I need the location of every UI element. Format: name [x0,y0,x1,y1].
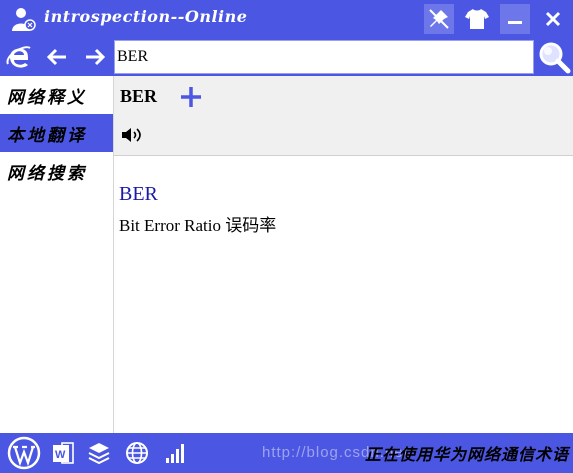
close-button[interactable] [538,4,568,34]
sidebar-item-label: 本地翻译 [7,125,87,146]
word-doc-icon: W [53,442,74,464]
shirt-icon [465,9,489,29]
signal-icon [166,444,184,463]
sidebar: 网络释义 本地翻译 网络搜索 [0,76,114,433]
ie-icon [6,46,31,68]
layers-icon [88,443,110,465]
entry-definition: Bit Error Ratio 误码率 [119,216,277,235]
search-icon [539,42,570,74]
sidebar-item-web-search[interactable]: 网络搜索 [0,152,113,190]
user-icon [12,8,36,31]
signal-button[interactable] [160,438,190,468]
globe-button[interactable] [122,438,152,468]
layers-button[interactable] [84,438,114,468]
word-header: BER [114,76,573,156]
back-arrow-icon [46,48,66,66]
sidebar-item-label: 网络释义 [7,87,87,108]
pin-button[interactable] [424,4,454,34]
globe-icon [126,442,148,464]
translation-content: BER Bit Error Ratio 误码率 [114,156,573,433]
svg-text:W: W [55,449,66,461]
status-bar: W http://blog.csdn.net/ 正在使用华为网络通信术语 [0,433,573,473]
pin-off-icon [429,9,449,29]
minimize-icon [508,21,522,24]
sidebar-item-local-translation[interactable]: 本地翻译 [0,114,113,152]
speaker-icon[interactable] [120,126,144,144]
wordpress-button[interactable] [6,436,42,470]
entry-word: BER [119,183,158,205]
sidebar-item-label: 网络搜索 [7,163,87,184]
back-button[interactable] [42,42,72,72]
status-text: 正在使用华为网络通信术语 [364,445,569,464]
minimize-button[interactable] [500,4,530,34]
add-to-wordbook-button[interactable] [176,82,206,112]
forward-button[interactable] [80,42,110,72]
close-icon [545,11,561,27]
header-word: BER [120,86,158,106]
title-bar: introspection--Online [0,0,573,38]
search-button[interactable] [534,38,573,76]
word-doc-button[interactable]: W [48,438,78,468]
browser-button[interactable] [4,42,34,72]
wordpress-icon [7,436,41,470]
search-input[interactable] [114,40,534,74]
forward-arrow-icon [86,48,106,66]
add-icon [181,87,201,107]
window-title: introspection--Online [44,7,248,26]
skin-button[interactable] [462,4,492,34]
sidebar-item-web-definition[interactable]: 网络释义 [0,76,113,114]
